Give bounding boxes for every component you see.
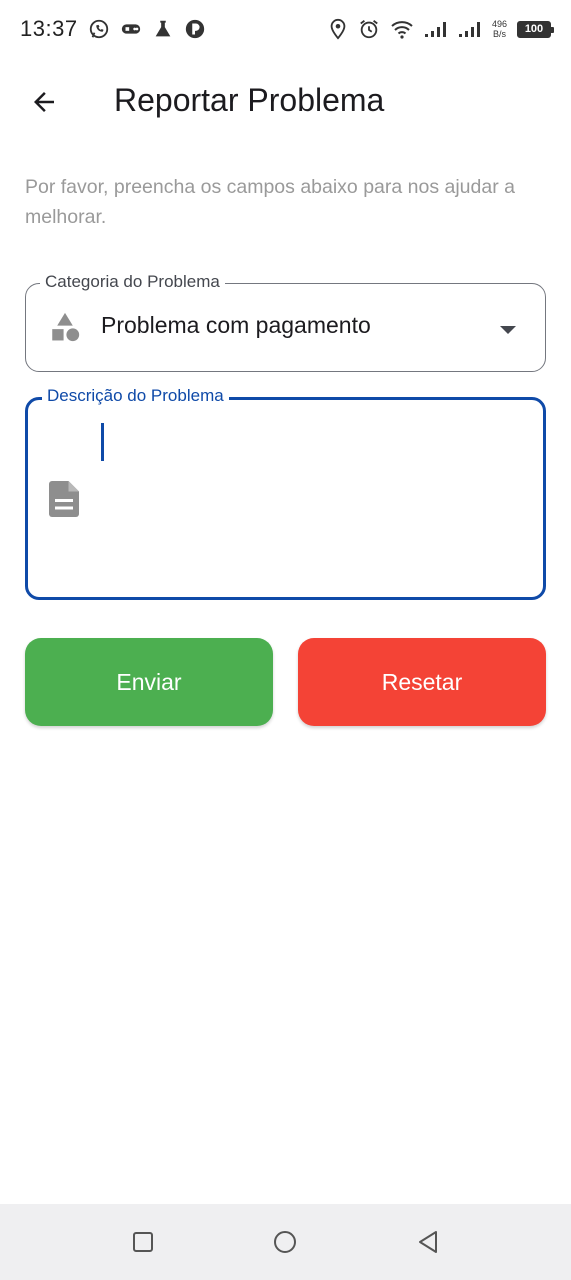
- arrow-drop-down-icon: [499, 322, 517, 340]
- network-speed: 496 B/s: [492, 19, 507, 39]
- back-button[interactable]: [22, 80, 66, 124]
- category-label: Categoria do Problema: [40, 272, 225, 292]
- recent-apps-icon: [133, 1232, 153, 1252]
- alarm-icon: [358, 18, 380, 40]
- arrow-left-icon: [34, 92, 54, 112]
- category-shapes-icon: [48, 310, 82, 349]
- status-right: 496 B/s 100: [328, 18, 554, 40]
- report-problem-screen: 13:37 496 B/s 100 Reportar Problema Por …: [0, 0, 571, 1280]
- network-speed-unit: B/s: [492, 29, 506, 39]
- game-controller-icon: [120, 21, 142, 37]
- whatsapp-icon: [88, 18, 110, 40]
- recent-apps-button[interactable]: [123, 1222, 163, 1262]
- status-bar: 13:37 496 B/s 100: [0, 0, 571, 58]
- system-back-button[interactable]: [408, 1222, 448, 1262]
- network-speed-value: 496: [491, 19, 507, 29]
- page-title: Reportar Problema: [114, 82, 385, 118]
- category-dropdown[interactable]: Categoria do Problema Problema com pagam…: [25, 272, 546, 372]
- wifi-icon: [390, 19, 414, 39]
- home-button[interactable]: [265, 1222, 305, 1262]
- description-icon: [49, 481, 79, 522]
- instructions-text: Por favor, preencha os campos abaixo par…: [25, 176, 515, 228]
- location-icon: [328, 18, 348, 40]
- signal-icon: [424, 20, 448, 38]
- system-nav-bar: [0, 1204, 571, 1280]
- description-textarea[interactable]: Descrição do Problema: [25, 386, 546, 600]
- send-button[interactable]: Enviar: [25, 638, 273, 726]
- app-notification-icon: [184, 18, 206, 40]
- status-left: 13:37: [20, 16, 206, 42]
- description-label: Descrição do Problema: [42, 386, 229, 406]
- category-selected-value: Problema com pagamento: [101, 312, 371, 338]
- text-cursor: [101, 423, 104, 461]
- status-time: 13:37: [20, 16, 78, 41]
- top-app-bar: Reportar Problema: [0, 62, 571, 142]
- home-icon: [274, 1231, 296, 1253]
- flask-icon: [152, 18, 174, 40]
- battery-level: 100: [519, 22, 549, 36]
- reset-button[interactable]: Resetar: [298, 638, 546, 726]
- signal-icon-2: [458, 20, 482, 38]
- battery-icon: 100: [517, 20, 554, 38]
- back-icon: [419, 1231, 437, 1253]
